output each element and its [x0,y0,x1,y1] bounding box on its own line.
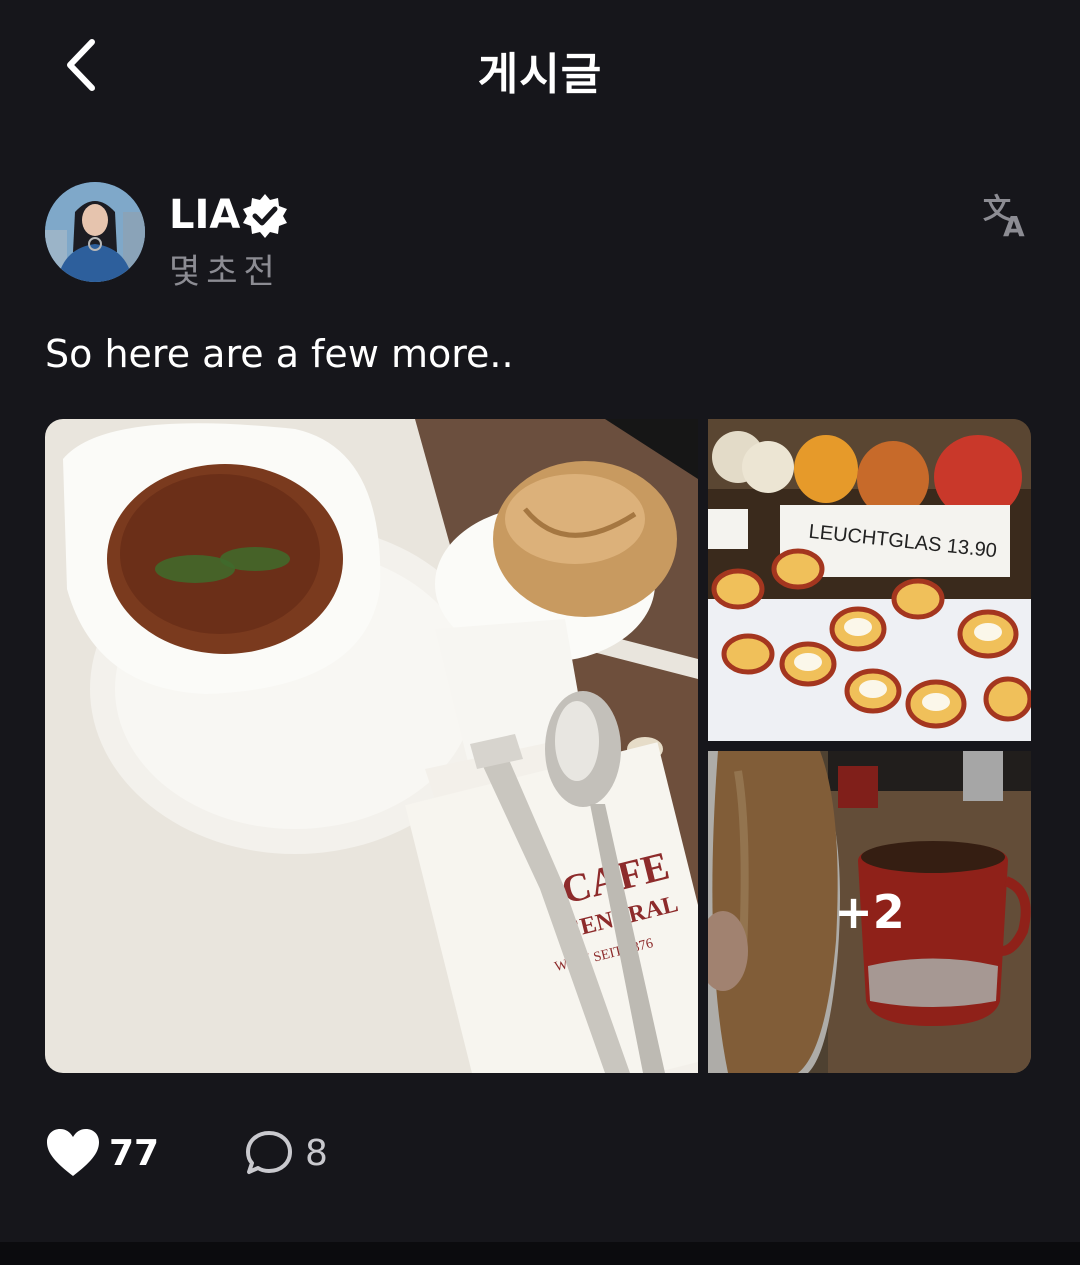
soup-photo[interactable]: CAFE CENTRAL WIEN SEIT 1876 [45,419,698,1073]
translate-icon: 文 A [983,192,1025,243]
photo-gallery: CAFE CENTRAL WIEN SEIT 1876 LEUCHTGLAS 1… [45,419,1031,1073]
like-button[interactable]: 77 [45,1125,159,1181]
header: 게시글 [0,0,1080,130]
avatar[interactable] [45,182,145,282]
comment-button[interactable]: 8 [245,1125,328,1181]
page-title: 게시글 [477,49,603,100]
translate-button[interactable]: 文 A [981,188,1031,243]
more-photos-count: +2 [708,751,1031,1073]
bottom-bar [0,1242,1080,1265]
like-count: 77 [109,1132,160,1174]
author-row: LIA 몇초전 文 A [45,182,1035,292]
verified-badge-icon [243,194,287,238]
username[interactable]: LIA [169,192,240,238]
post-actions: 77 8 [45,1125,1035,1185]
candle-holders-photo[interactable]: LEUCHTGLAS 13.90 [708,419,1031,741]
heart-icon [47,1129,99,1176]
svg-text:A: A [1003,210,1025,238]
comment-count: 8 [305,1132,328,1174]
bread-and-mug-photo[interactable]: +2 [708,751,1031,1073]
comment-icon [246,1131,292,1174]
post-timestamp: 몇초전 [169,252,281,292]
post-text: So here are a few more.. [45,332,514,376]
